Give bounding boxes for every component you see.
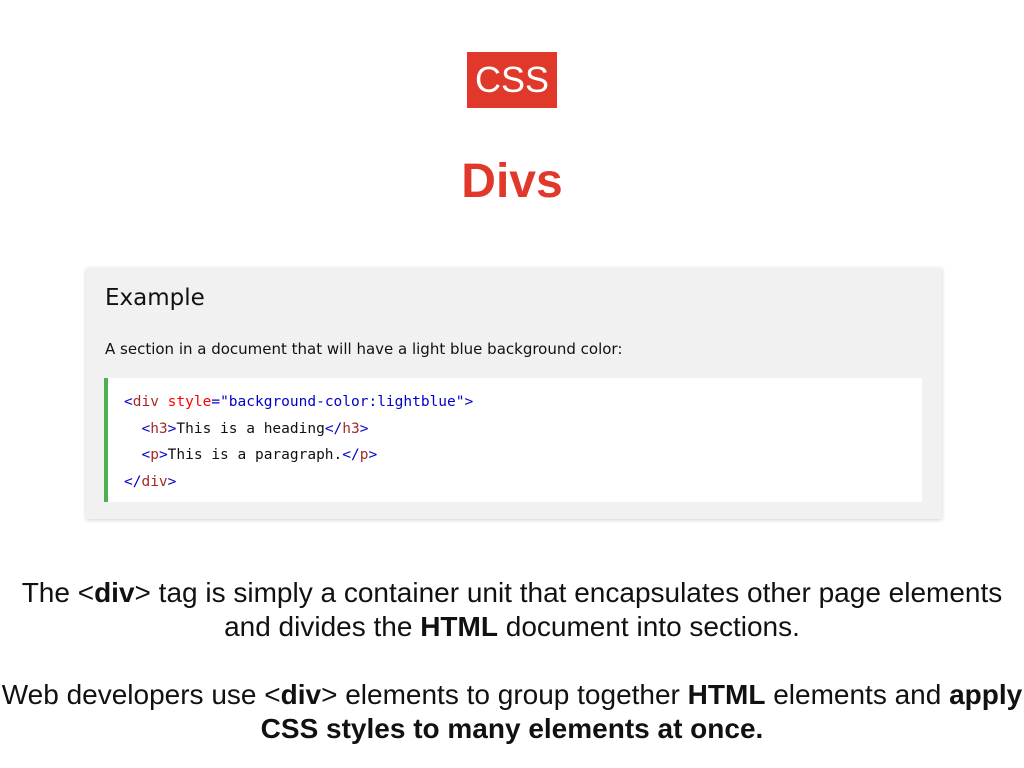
code-token: h3 bbox=[150, 420, 168, 437]
text-run-bold: div bbox=[280, 679, 322, 710]
code-token: This is a paragraph. bbox=[167, 447, 343, 463]
code-token: style bbox=[167, 394, 212, 410]
paragraph-div-definition: The <div> tag is simply a container unit… bbox=[0, 576, 1024, 644]
code-line-3: <p>This is a paragraph.</p> bbox=[124, 442, 922, 469]
code-token: div bbox=[141, 473, 168, 490]
example-heading: Example bbox=[105, 285, 205, 311]
code-token: < bbox=[141, 447, 151, 463]
code-token: > bbox=[158, 447, 168, 463]
text-run: document into sections. bbox=[497, 611, 800, 642]
text-run: > elements to group together bbox=[321, 679, 688, 710]
code-token: div bbox=[132, 394, 159, 410]
code-token: > bbox=[167, 473, 177, 490]
code-token: This is a heading bbox=[176, 420, 325, 437]
code-token: > bbox=[464, 394, 474, 410]
code-token: </ bbox=[342, 447, 360, 463]
code-block: <div style="background-color:lightblue">… bbox=[104, 378, 922, 502]
code-token: p bbox=[150, 447, 159, 463]
code-token: </ bbox=[324, 420, 343, 437]
code-token: < bbox=[141, 420, 151, 437]
text-run-bold: HTML bbox=[687, 679, 766, 710]
code-line-4: </div> bbox=[124, 469, 922, 496]
code-token: </ bbox=[124, 473, 142, 490]
slide-title: Divs bbox=[461, 155, 563, 208]
code-token: "background-color:lightblue" bbox=[220, 394, 465, 410]
code-token: > bbox=[368, 447, 378, 463]
css-badge: CSS bbox=[467, 52, 557, 108]
text-run: The < bbox=[21, 577, 95, 608]
code-token: h3 bbox=[342, 420, 360, 437]
example-box: Example A section in a document that wil… bbox=[86, 268, 942, 519]
example-description: A section in a document that will have a… bbox=[105, 340, 623, 358]
code-token: < bbox=[124, 394, 133, 410]
code-line-1: <div style="background-color:lightblue"> bbox=[124, 389, 922, 416]
text-run: elements and bbox=[765, 679, 950, 710]
text-run: Web developers use < bbox=[1, 679, 281, 710]
code-token: > bbox=[359, 420, 369, 437]
text-run-bold: HTML bbox=[420, 611, 498, 642]
text-run-bold: div bbox=[94, 577, 135, 608]
paragraph-div-usage: Web developers use <div> elements to gro… bbox=[0, 678, 1024, 746]
code-token: = bbox=[211, 394, 221, 410]
code-line-2: <h3>This is a heading</h3> bbox=[124, 416, 922, 443]
